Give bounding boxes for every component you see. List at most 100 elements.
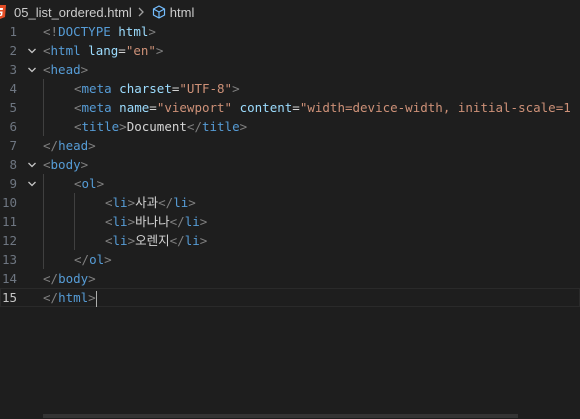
- indent-guide: [74, 231, 75, 250]
- code-token: >: [88, 290, 96, 305]
- line-number: 6: [9, 119, 17, 134]
- code-token: >: [88, 138, 96, 153]
- code-token: </: [43, 271, 59, 286]
- code-token: >: [104, 252, 112, 267]
- code-token: "UTF-8": [179, 81, 233, 96]
- code-text: </html>: [43, 288, 97, 307]
- code-token: >: [199, 214, 208, 229]
- breadcrumb: 05_list_ordered.html html: [0, 0, 580, 24]
- code-line[interactable]: 4 <meta charset="UTF-8">: [0, 79, 580, 98]
- code-line[interactable]: 7 </head>: [0, 136, 580, 155]
- fold-chevron-icon[interactable]: [25, 174, 39, 193]
- horizontal-scrollbar[interactable]: [43, 414, 518, 418]
- indent-guide: [43, 79, 44, 98]
- code-token: li: [112, 214, 128, 229]
- code-token: li: [112, 233, 128, 248]
- code-token: >: [80, 62, 89, 77]
- code-token: <: [74, 100, 82, 115]
- code-line[interactable]: 15 </html>: [0, 288, 580, 307]
- code-editor[interactable]: 05_list_ordered.html html 1 <!DOCTYPE htm…: [0, 0, 580, 419]
- code-text: <li>바나나</li>: [105, 212, 207, 231]
- fold-chevron-icon[interactable]: [25, 60, 39, 79]
- code-token: title: [201, 119, 240, 134]
- line-number: 10: [1, 195, 17, 210]
- code-token: meta: [81, 81, 112, 96]
- code-token: 사과: [135, 195, 159, 210]
- code-token: >: [127, 214, 136, 229]
- code-token: 오렌지: [135, 233, 170, 248]
- code-line[interactable]: 6 <title>Document</title>: [0, 117, 580, 136]
- code-token: html: [58, 290, 89, 305]
- indent-guide: [43, 117, 44, 136]
- code-token: >: [96, 176, 105, 191]
- html-file-icon: [0, 5, 7, 19]
- code-token: >: [199, 233, 208, 248]
- code-token: li: [184, 233, 200, 248]
- code-token: meta: [81, 100, 112, 115]
- code-token: 바나나: [135, 214, 170, 229]
- code-text: </body>: [43, 269, 96, 288]
- code-line[interactable]: 13 </ol>: [0, 250, 580, 269]
- code-token: content: [239, 100, 293, 115]
- code-text: <body>: [43, 155, 88, 174]
- line-number: 13: [1, 252, 17, 267]
- element-cube-icon: [152, 5, 166, 19]
- indent-guide: [43, 250, 44, 269]
- code-line[interactable]: 3 <head>: [0, 60, 580, 79]
- code-token: >: [188, 195, 196, 210]
- code-token: li: [112, 195, 128, 210]
- code-token: body: [58, 271, 89, 286]
- code-token: <: [105, 195, 113, 210]
- code-line[interactable]: 2 <html lang="en">: [0, 41, 580, 60]
- breadcrumb-element[interactable]: html: [170, 5, 195, 20]
- fold-chevron-icon[interactable]: [25, 41, 39, 60]
- code-token: </: [169, 214, 185, 229]
- code-token: lang: [88, 43, 119, 58]
- code-token: body: [50, 157, 81, 172]
- code-token: ol: [81, 176, 97, 191]
- code-token: <: [43, 43, 51, 58]
- code-text: <li>사과</li>: [105, 193, 196, 212]
- line-number: 9: [9, 176, 17, 191]
- code-line[interactable]: 10 <li>사과</li>: [0, 193, 580, 212]
- code-token: "en": [125, 43, 156, 58]
- code-area[interactable]: 1 <!DOCTYPE html> 2 < html lang="en" > 3 <head>…: [0, 22, 580, 307]
- code-line[interactable]: 9 <ol>: [0, 174, 580, 193]
- code-token: li: [184, 214, 200, 229]
- code-token: "viewport": [156, 100, 233, 115]
- code-token: "width=device-width, initial-scale=1: [299, 100, 571, 115]
- code-line[interactable]: 11 <li>바나나</li>: [0, 212, 580, 231]
- code-line[interactable]: 5 <meta name="viewport" content="width=de…: [0, 98, 580, 117]
- code-line[interactable]: 8 <body>: [0, 155, 580, 174]
- code-token: Document: [126, 119, 187, 134]
- code-token: >: [239, 119, 248, 134]
- breadcrumb-file[interactable]: 05_list_ordered.html: [14, 5, 132, 20]
- code-line[interactable]: 12 <li>오렌지</li>: [0, 231, 580, 250]
- indent-guide: [43, 98, 44, 117]
- indent-guide: [43, 174, 44, 193]
- code-text: <title>Document</title>: [74, 117, 247, 136]
- code-token: <: [43, 157, 51, 172]
- code-token: <: [74, 81, 82, 96]
- code-token: ol: [89, 252, 105, 267]
- code-token: name: [119, 100, 150, 115]
- code-token: </: [74, 252, 90, 267]
- code-line[interactable]: 1 <!DOCTYPE html>: [0, 22, 580, 41]
- code-token: </: [186, 119, 202, 134]
- code-token: <: [74, 119, 82, 134]
- code-token: <: [43, 62, 51, 77]
- chevron-right-icon: [136, 5, 146, 19]
- code-token: title: [81, 119, 120, 134]
- code-token: >: [80, 157, 89, 172]
- code-token: >: [127, 233, 136, 248]
- code-text: <meta charset="UTF-8">: [74, 79, 240, 98]
- code-text: </ol>: [74, 250, 112, 269]
- code-token: head: [58, 138, 89, 153]
- code-token: head: [50, 62, 81, 77]
- code-token: <: [105, 214, 113, 229]
- indent-guide: [74, 193, 75, 212]
- code-token: =: [118, 43, 126, 58]
- fold-chevron-icon[interactable]: [25, 155, 39, 174]
- line-number: 2: [9, 43, 17, 58]
- code-line[interactable]: 14 </body>: [0, 269, 580, 288]
